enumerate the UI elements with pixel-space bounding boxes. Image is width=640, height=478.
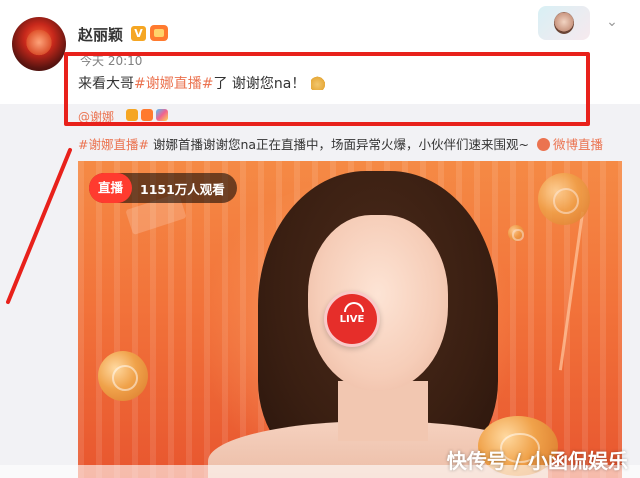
gold-coin-decoration bbox=[538, 173, 590, 225]
account-avatar[interactable] bbox=[538, 6, 590, 40]
repost-text: #谢娜直播# 谢娜首播谢谢您na正在直播中，场面异常火爆，小伙伴们速来围观~ 微… bbox=[78, 134, 603, 153]
gold-coin-decoration bbox=[508, 225, 524, 241]
watermark: 快传号 / 小函侃娱乐 bbox=[446, 449, 628, 473]
weibo-live-link[interactable]: 微博直播 bbox=[553, 137, 603, 152]
verified-v-icon: V bbox=[131, 26, 146, 41]
vip-badge-icon bbox=[150, 25, 168, 41]
live-tag: 直播 bbox=[89, 173, 133, 203]
gold-coin-decoration bbox=[98, 351, 148, 401]
repost-text-body: 谢娜首播谢谢您na正在直播中，场面异常火爆，小伙伴们速来围观~ bbox=[152, 137, 529, 152]
username[interactable]: 赵丽颖 bbox=[78, 24, 123, 45]
live-link-icon[interactable] bbox=[536, 138, 550, 151]
live-button-label: LIVE bbox=[339, 314, 365, 325]
highlight-annotation-box bbox=[64, 52, 590, 126]
live-video-card[interactable]: 直播 1151万人观看 LIVE bbox=[78, 161, 622, 478]
broadcast-signal-icon bbox=[344, 302, 364, 312]
chevron-down-icon[interactable]: ⌄ bbox=[604, 14, 620, 30]
repost-hashtag-link[interactable]: #谢娜直播# bbox=[78, 137, 149, 152]
user-avatar[interactable] bbox=[12, 17, 66, 71]
live-play-button[interactable]: LIVE bbox=[324, 291, 380, 347]
live-status-pill: 直播 1151万人观看 bbox=[89, 173, 237, 203]
viewer-count: 1151万人观看 bbox=[140, 181, 225, 197]
